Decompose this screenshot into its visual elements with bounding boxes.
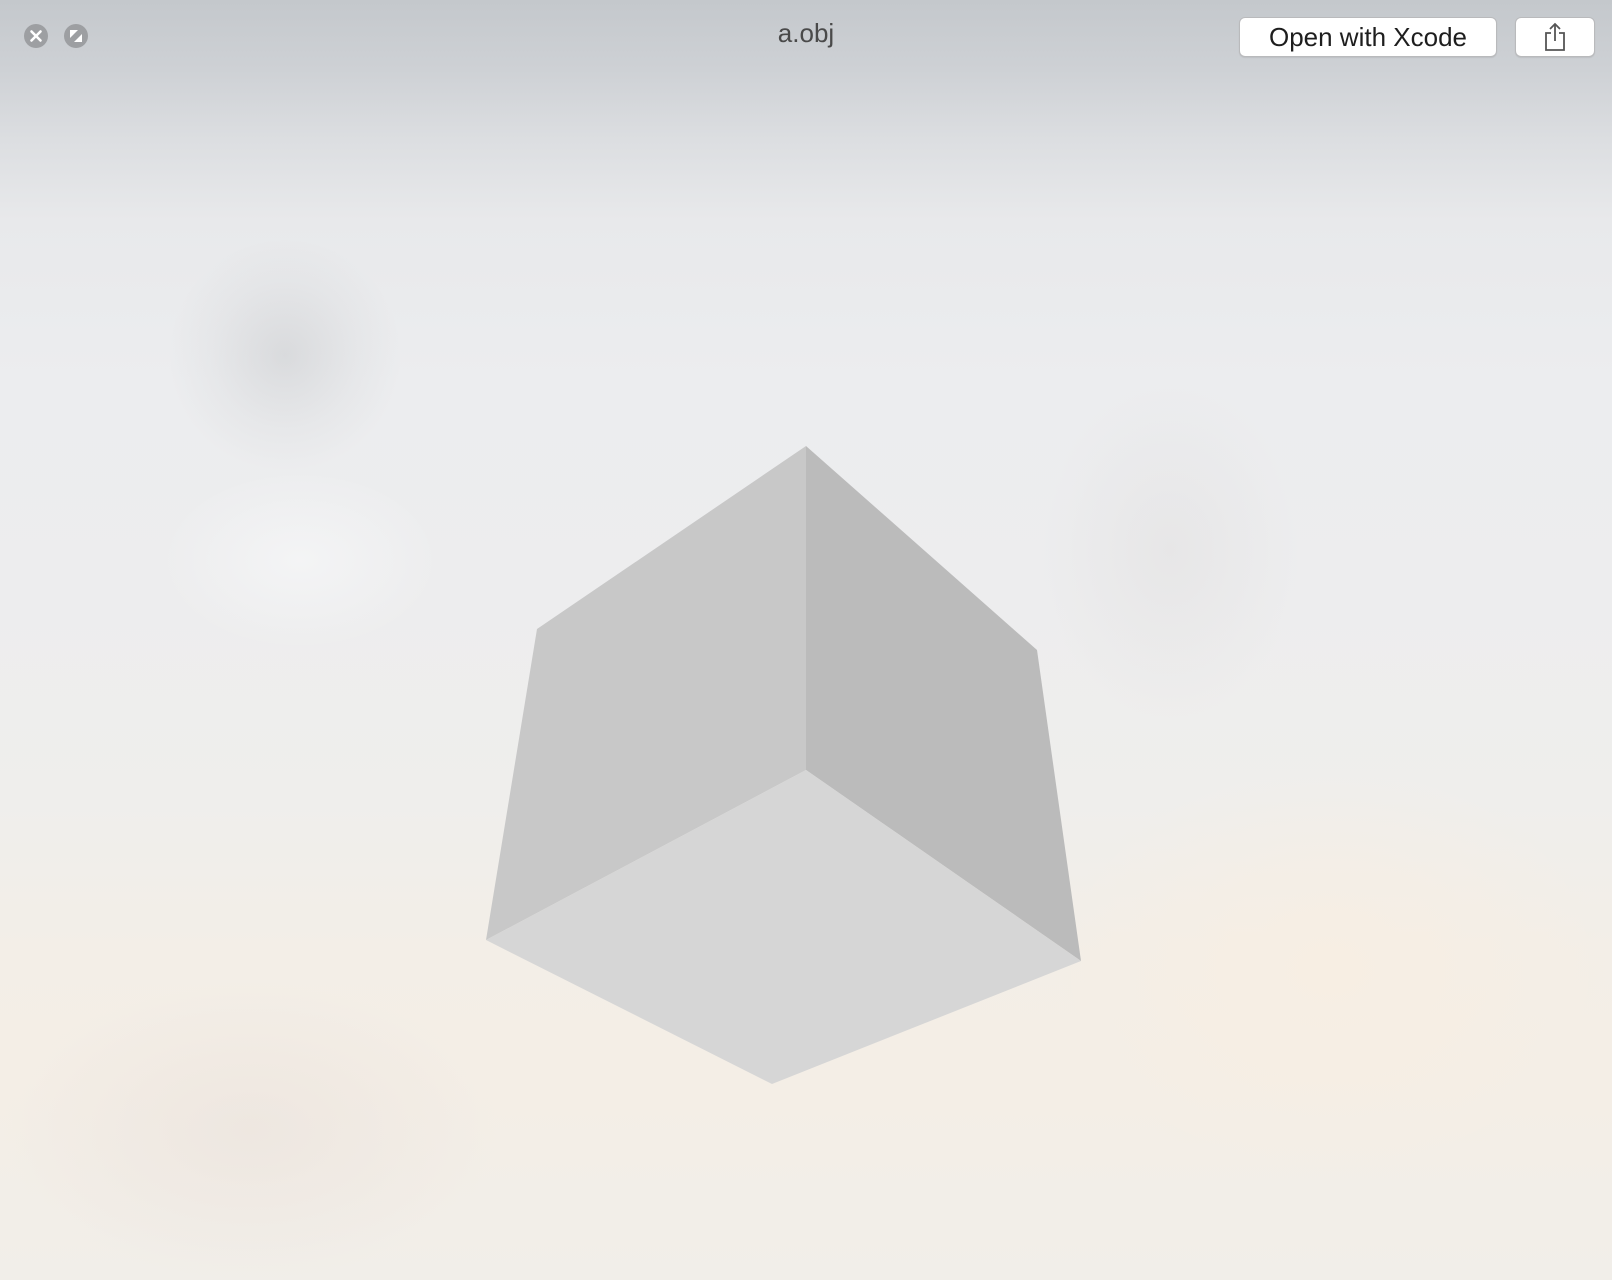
quick-look-window: a.obj Open with Xcode [0,0,1612,1280]
open-with-xcode-button[interactable]: Open with Xcode [1239,17,1497,57]
cube-model[interactable] [0,0,1612,1280]
3d-model-viewport[interactable] [0,0,1612,1280]
fullscreen-icon [70,30,82,42]
fullscreen-button[interactable] [64,24,88,48]
share-button[interactable] [1515,17,1595,57]
share-icon [1545,22,1565,51]
title-bar: a.obj Open with Xcode [0,0,1612,74]
close-button[interactable] [24,24,48,48]
close-icon [30,30,42,42]
